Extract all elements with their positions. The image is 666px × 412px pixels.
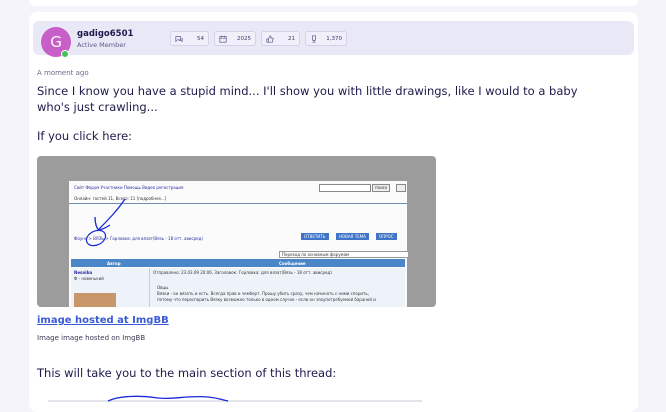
user-stats: 54 2025 21 1,370 [170, 31, 347, 46]
stat-messages: 54 [170, 31, 209, 46]
online-indicator [61, 50, 69, 58]
post-paragraph-2: If you click here: [37, 129, 133, 143]
previous-post-edge [29, 0, 638, 6]
stat-joined-value: 2025 [237, 35, 251, 42]
stat-points-value: 1,370 [326, 35, 342, 42]
post-timestamp[interactable]: A moment ago [37, 69, 89, 77]
stat-reactions: 21 [261, 31, 300, 46]
user-role: Active Member [77, 41, 126, 49]
forum-screenshot-image[interactable]: Сайт Форум Участники Помощь Видео регист… [37, 156, 436, 307]
screenshot-forum-page: Сайт Форум Участники Помощь Видео регист… [69, 181, 409, 307]
avatar-letter: G [50, 33, 62, 51]
calendar-icon [219, 35, 227, 43]
stat-joined: 2025 [214, 31, 256, 46]
messages-icon [175, 35, 183, 43]
post-paragraph-3: This will take you to the main section o… [37, 366, 337, 380]
second-screenshot-image-top[interactable] [48, 393, 422, 402]
user-info-bar: G gadigo6501 Active Member 54 2025 21 1,… [33, 21, 634, 58]
username[interactable]: gadigo6501 [77, 29, 133, 39]
image-caption: Image image hosted on ImgBB [37, 334, 146, 342]
thumbs-up-icon [266, 34, 274, 43]
trophy-icon [310, 34, 318, 43]
hand-drawn-arrow-annotation [85, 198, 126, 247]
stat-points: 1,370 [305, 31, 347, 46]
stat-reactions-value: 21 [288, 35, 295, 42]
imgbb-link[interactable]: image hosted at ImgBB [37, 315, 169, 326]
stat-messages-value: 54 [197, 35, 204, 42]
post-paragraph-1: Since I know you have a stupid mind... I… [37, 84, 578, 114]
